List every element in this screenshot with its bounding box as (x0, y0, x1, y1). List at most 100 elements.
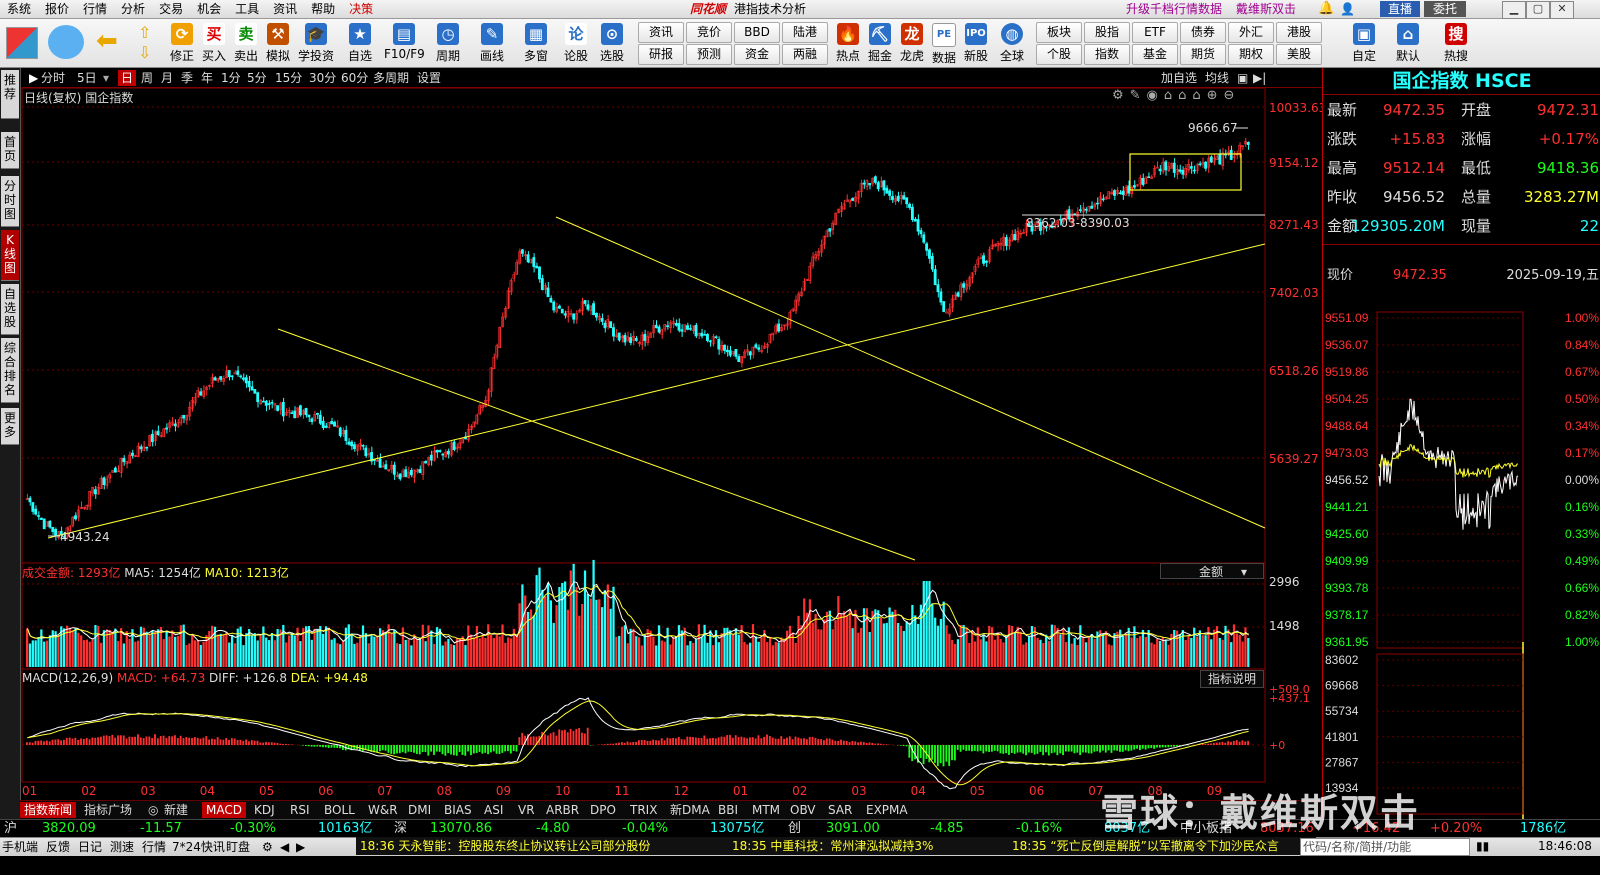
macd-bar (620, 742, 623, 745)
status-watch[interactable]: 盯盘 (226, 839, 250, 855)
tab-indicator-square[interactable]: 指标广场 (80, 802, 136, 818)
tab-mtm[interactable]: MTM (748, 802, 784, 818)
volume-bar (555, 605, 558, 667)
status-news-flash[interactable]: 7*24快讯 (172, 839, 225, 855)
kline-name: 国企指数 (85, 91, 134, 105)
volume-bar (931, 603, 934, 667)
volume-bar (336, 643, 339, 667)
tab-rsi[interactable]: RSI (286, 802, 314, 818)
candle-body (239, 375, 243, 378)
status-diary[interactable]: 日记 (78, 839, 102, 855)
maximize-icon[interactable]: ▢ (1526, 1, 1550, 19)
chart-tool-icons[interactable]: ⚙✎◉⌂⌂⌂⊕⊖ (1112, 88, 1240, 103)
news-item[interactable]: 18:35 “死亡反倒是解脱”以军撤离令下加沙民众言 (1012, 838, 1279, 854)
prev-icon[interactable]: ◀ (280, 839, 289, 855)
tab-wr[interactable]: W&R (364, 802, 402, 818)
tab-new[interactable]: 新建 (160, 802, 192, 818)
tab-bias[interactable]: BIAS (440, 802, 476, 818)
macd-bar (1039, 745, 1042, 752)
macd-bar (623, 742, 626, 745)
tab-asi[interactable]: ASI (480, 802, 507, 818)
next-icon[interactable]: ▶ (296, 839, 305, 855)
status-feedback[interactable]: 反馈 (46, 839, 70, 855)
candle-body (714, 336, 718, 338)
toolbar-hotsearch-button[interactable]: 搜热搜 (1440, 23, 1472, 64)
candle-body (304, 408, 308, 416)
close-icon[interactable]: ✕ (1550, 1, 1574, 19)
minimize-icon[interactable]: ▁ (1502, 1, 1526, 19)
user-icon[interactable]: 👤 (1340, 1, 1355, 17)
candle-body (882, 180, 886, 191)
tab-boll[interactable]: BOLL (320, 802, 359, 818)
volume-bar (45, 640, 49, 667)
macd-frame (21, 668, 1266, 783)
macd-bar (1173, 745, 1175, 747)
status-mobile[interactable]: 手机端 (2, 839, 38, 855)
toolbar-custom-button[interactable]: ▣ 自定 (1348, 23, 1380, 64)
volume-bar (655, 645, 658, 667)
tab-new-dma[interactable]: 新DMA (666, 802, 714, 818)
toolbar-default-button[interactable]: ⌂ 默认 (1392, 23, 1424, 64)
volume-bar (216, 634, 219, 667)
x-axis: 01 02 03 04 05 06 07 08 09 10 11 12 01 02 03 04 05 06 07 08… (22, 784, 1266, 800)
candle-body (1095, 202, 1099, 205)
volume-type-select[interactable]: 金额 ▾ (1160, 563, 1264, 579)
status-market[interactable]: 行情 (142, 839, 166, 855)
search-input[interactable]: 代码/名称/简拼/功能 (1303, 839, 1411, 855)
tab-macd[interactable]: MACD (202, 802, 246, 818)
news-item[interactable]: 18:35 中重科技：常州津泓拟减持3% (732, 838, 933, 854)
trendline-resistance-1 (277, 328, 916, 561)
mini-volume-tick: 55734 (1325, 704, 1359, 718)
volume-bar (697, 624, 701, 667)
tab-expma[interactable]: EXPMA (862, 802, 912, 818)
volume-bar (561, 582, 564, 667)
macd-bar (999, 745, 1002, 754)
news-ticker[interactable]: 18:36 天永智能：控股股东终止协议转让公司部分股份 18:35 中重科技：常… (356, 837, 1316, 855)
tab-arbr[interactable]: ARBR (542, 802, 583, 818)
mini-volume-tick: 41801 (1325, 730, 1359, 744)
tab-dmi[interactable]: DMI (404, 802, 435, 818)
macd-bar (1050, 745, 1053, 754)
volume-bar (780, 637, 783, 667)
volume-bar (196, 640, 200, 667)
macd-bar (484, 745, 487, 753)
volume-bar (1124, 633, 1127, 667)
macd-bar (544, 734, 546, 745)
volume-bar (982, 634, 985, 667)
macd-bar (91, 737, 94, 745)
indicator-help-button[interactable]: 指标说明 (1200, 670, 1264, 688)
tab-index-news[interactable]: 指数新闻 (20, 802, 77, 818)
macd-bar (726, 735, 729, 745)
volume-bar (111, 631, 114, 667)
volume-bar (794, 642, 797, 667)
intraday-mini-chart[interactable]: 9551.09 1.00% 9536.07 0.84% 9519.86 0.67% 9504… (1323, 304, 1600, 840)
tab-dpo[interactable]: DPO (586, 802, 620, 818)
volume-bar (333, 638, 336, 667)
live-button[interactable]: 直播 (1380, 1, 1420, 17)
macd-bar (566, 732, 569, 745)
candle-body (290, 412, 294, 414)
status-speedtest[interactable]: 测速 (110, 839, 134, 855)
volume-bar (999, 639, 1002, 667)
trust-button[interactable]: 委托 (1424, 1, 1466, 17)
gear-icon[interactable]: ⚙ (262, 839, 273, 855)
news-item[interactable]: 18:36 天永智能：控股股东终止协议转让公司部分股份 (360, 838, 650, 854)
volume-y-tick: 1498 (1269, 619, 1300, 633)
tab-vr[interactable]: VR (514, 802, 539, 818)
kline-title: 日线(复权) 国企指数 (24, 89, 133, 106)
volume-bar (882, 623, 886, 667)
macd-bar (1150, 745, 1153, 749)
tab-sar[interactable]: SAR (824, 802, 856, 818)
macd-bar (410, 745, 413, 752)
volume-bar (1045, 634, 1048, 667)
volume-bar (424, 641, 427, 667)
tab-trix[interactable]: TRIX (626, 802, 661, 818)
macd-bar (572, 730, 575, 745)
candle-body (560, 308, 564, 314)
search-box[interactable]: 代码/名称/简拼/功能 (1300, 838, 1470, 856)
tab-obv[interactable]: OBV (786, 802, 820, 818)
tab-kdj[interactable]: KDJ (250, 802, 279, 818)
tab-bbi[interactable]: BBI (714, 802, 742, 818)
volume-bar (1076, 644, 1079, 667)
volume-bar (962, 625, 965, 667)
